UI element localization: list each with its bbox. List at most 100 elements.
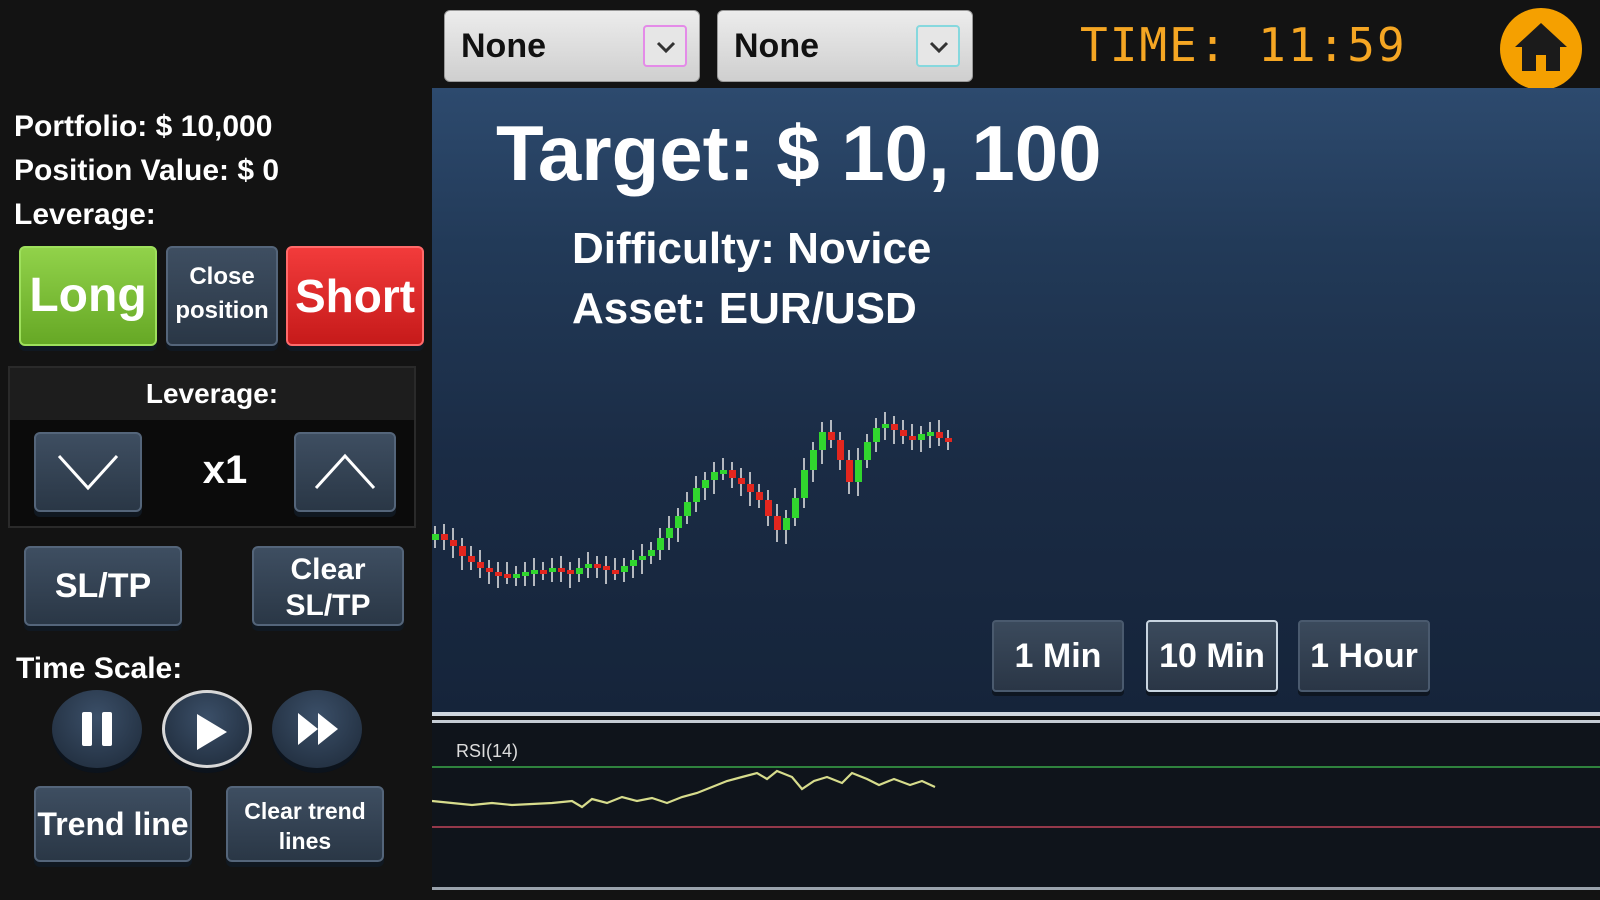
candle-body — [576, 568, 583, 574]
home-button[interactable] — [1500, 8, 1582, 90]
candle-body — [531, 570, 538, 574]
candle-body — [783, 518, 790, 530]
leverage-increase-button[interactable] — [294, 432, 396, 512]
candle-body — [882, 424, 889, 428]
clear-sl-tp-label-line2: SL/TP — [285, 589, 371, 622]
close-position-label-line1: Close — [189, 263, 255, 290]
timeframe-1-hour-button[interactable]: 1 Hour — [1298, 620, 1430, 692]
long-button-label: Long — [29, 269, 147, 322]
clear-trend-lines-button[interactable]: Clear trend lines — [226, 786, 384, 862]
candle-body — [459, 546, 466, 556]
candle-body — [693, 488, 700, 502]
candle-body — [603, 566, 610, 570]
game-timer: TIME: 11:59 — [1080, 18, 1407, 72]
candle-body — [549, 568, 556, 572]
clear-trend-label-line2: lines — [278, 828, 332, 854]
candle-body — [819, 432, 826, 450]
candle-body — [432, 534, 439, 540]
candle-body — [756, 492, 763, 500]
candle-body — [630, 560, 637, 566]
trend-line-label: Trend line — [37, 806, 189, 842]
candle-body — [864, 442, 871, 460]
play-icon — [197, 714, 227, 750]
candle-body — [846, 460, 853, 482]
chevron-down-icon[interactable] — [916, 25, 960, 67]
pause-icon — [82, 712, 112, 746]
position-value: Position Value: $ 0 — [14, 154, 280, 187]
chevron-down-icon — [57, 454, 119, 491]
dropdown-1-value: None — [461, 27, 546, 65]
pause-button[interactable] — [52, 690, 142, 768]
sl-tp-button[interactable]: SL/TP — [24, 546, 182, 626]
candle-body — [747, 484, 754, 492]
candle-body — [738, 478, 745, 484]
candle-body — [441, 534, 448, 540]
fast-forward-icon — [298, 713, 338, 745]
candle-body — [927, 432, 934, 436]
timeframe-1-min-button[interactable]: 1 Min — [992, 620, 1124, 692]
candle-body — [522, 572, 529, 576]
chevron-up-icon — [314, 453, 376, 490]
candle-body — [774, 516, 781, 530]
candle-body — [801, 470, 808, 498]
clear-trend-label-line1: Clear trend — [244, 798, 366, 824]
leverage-value: x1 — [202, 448, 248, 492]
candle-body — [666, 528, 673, 538]
candle-body — [792, 498, 799, 518]
candle-body — [585, 564, 592, 568]
clear-trend-lines-label: Clear trend lines — [228, 788, 382, 856]
candle-body — [495, 572, 502, 576]
candle-body — [828, 432, 835, 440]
leverage-decrease-button[interactable] — [34, 432, 142, 512]
candle-body — [945, 438, 952, 442]
rsi-label: RSI(14) — [456, 741, 519, 761]
candle-body — [648, 550, 655, 556]
play-button[interactable] — [162, 690, 252, 768]
long-button[interactable]: Long — [19, 246, 157, 346]
leverage-control: Leverage: x1 — [8, 366, 416, 528]
candle-body — [540, 570, 547, 574]
candle-body — [612, 570, 619, 574]
fast-forward-button[interactable] — [272, 690, 362, 768]
short-button[interactable]: Short — [286, 246, 424, 346]
short-button-label: Short — [294, 270, 416, 322]
price-chart-panel[interactable]: Target: $ 10, 100 Difficulty: Novice Ass… — [432, 88, 1600, 716]
candle-body — [909, 436, 916, 440]
candle-body — [567, 570, 574, 574]
rsi-panel[interactable]: RSI(14) — [432, 720, 1600, 890]
leverage-label: Leverage: — [14, 198, 156, 231]
clear-sl-tp-label-line1: Clear — [290, 553, 366, 586]
portfolio-value: Portfolio: $ 10,000 — [14, 110, 273, 143]
candle-body — [873, 428, 880, 442]
difficulty-label: Difficulty: Novice — [572, 224, 932, 273]
sl-tp-label: SL/TP — [54, 567, 152, 605]
rsi-line — [432, 769, 936, 809]
candle-body — [810, 450, 817, 470]
close-position-label: Close position — [168, 248, 276, 328]
rsi-chart — [432, 766, 1600, 828]
target-value: Target: $ 10, 100 — [496, 109, 1102, 197]
candle-body — [558, 568, 565, 572]
indicator-dropdown-2[interactable]: None — [717, 10, 973, 82]
candle-body — [702, 480, 709, 488]
candle-body — [891, 424, 898, 430]
candle-body — [477, 562, 484, 568]
candle-body — [450, 540, 457, 546]
indicator-dropdown-1[interactable]: None — [444, 10, 700, 82]
candle-body — [918, 434, 925, 440]
candle-body — [639, 556, 646, 560]
chevron-down-icon[interactable] — [643, 25, 687, 67]
candle-body — [729, 470, 736, 478]
candle-body — [486, 568, 493, 572]
candle-body — [657, 538, 664, 550]
candle-body — [765, 500, 772, 516]
close-position-button[interactable]: Close position — [166, 246, 278, 346]
timeframe-10-min-button[interactable]: 10 Min — [1146, 620, 1278, 692]
candle-body — [513, 574, 520, 578]
candle-body — [684, 502, 691, 516]
trading-game-screen: None None TIME: 11:59 Portfolio: $ 10,00… — [0, 0, 1600, 900]
trend-line-button[interactable]: Trend line — [34, 786, 192, 862]
candle-body — [855, 460, 862, 482]
asset-label: Asset: EUR/USD — [572, 284, 917, 333]
clear-sl-tp-button[interactable]: Clear SL/TP — [252, 546, 404, 626]
